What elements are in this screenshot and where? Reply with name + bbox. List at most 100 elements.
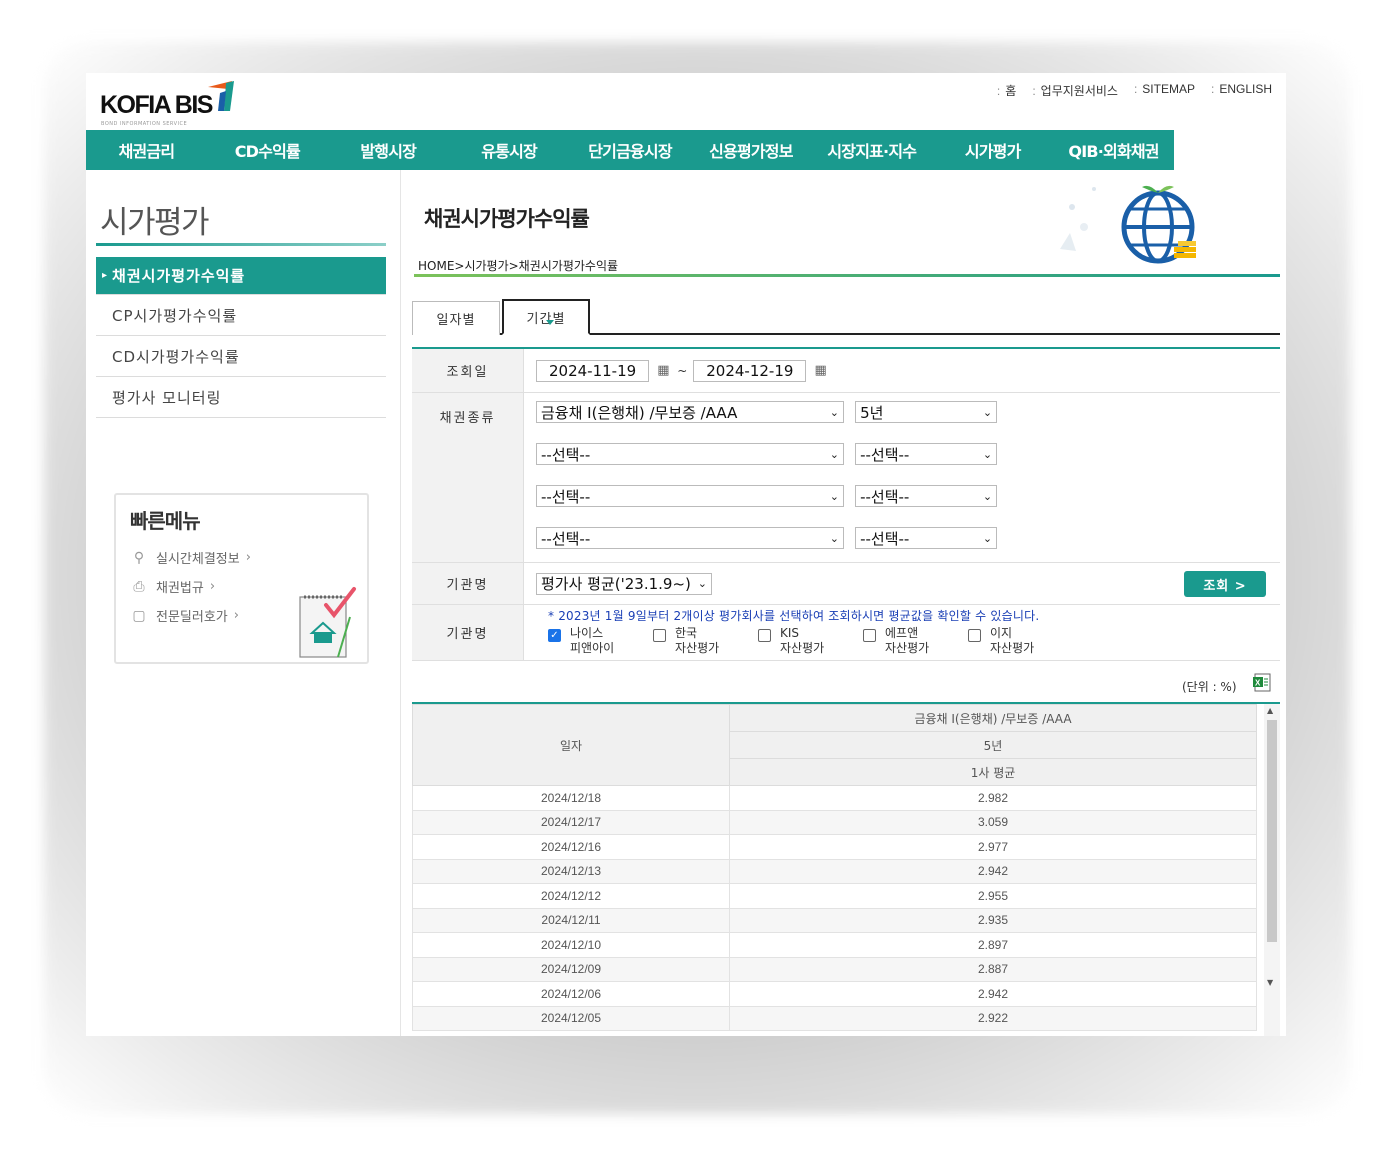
nav-bond-rate[interactable]: 채권금리	[86, 130, 207, 170]
row-date: 2024/12/17	[412, 809, 730, 835]
nav-market-valuation[interactable]: 시가평가	[932, 130, 1053, 170]
globe-illustration	[1060, 185, 1196, 264]
row-yield-value: 2.982	[729, 785, 1257, 811]
calendar-icon[interactable]: ▦	[814, 363, 830, 379]
util-english-link[interactable]: ENGLISH	[1211, 82, 1272, 99]
bond-type-select-3[interactable]: --선택-- ⌄	[536, 485, 844, 507]
agency-kis-checkbox[interactable]	[758, 629, 771, 642]
chevron-down-icon: ⌄	[829, 489, 839, 503]
agency-easy[interactable]: 이지 자산평가	[968, 626, 1073, 656]
page-title: 채권시가평가수익률	[424, 207, 590, 231]
quick-link-label: 전문딜러호가	[156, 610, 228, 625]
agency-name-line2: 자산평가	[675, 641, 720, 655]
agency-kap[interactable]: 한국 자산평가	[653, 626, 758, 656]
nav-credit-rating[interactable]: 신용평가정보	[690, 130, 811, 170]
agency-nice-checkbox[interactable]: ✓	[548, 629, 561, 642]
agency-nice[interactable]: ✓ 나이스 피앤아이	[548, 626, 653, 656]
chevron-down-icon: ⌄	[982, 531, 993, 545]
org-average-select[interactable]: 평가사 평균('23.1.9~) ⌄	[536, 572, 712, 595]
nav-cd-yield[interactable]: CD수익률	[207, 130, 328, 170]
kofia-bis-logo[interactable]: KOFIA BIS BOND INFORMATION SERVICE	[100, 81, 240, 127]
bond-term-select-2[interactable]: --선택-- ⌄	[855, 443, 998, 465]
org-label-2: 기관명	[412, 605, 524, 660]
lnb-title: 시가평가	[100, 205, 210, 241]
bond-term-select-4[interactable]: --선택-- ⌄	[855, 527, 998, 549]
agency-name-line1: 에프앤	[885, 626, 919, 640]
calendar-icon[interactable]: ▦	[657, 363, 673, 379]
agency-fn-checkbox[interactable]	[863, 629, 876, 642]
quick-link-label: 실시간체결정보	[156, 552, 240, 567]
row-date: 2024/12/09	[412, 956, 730, 982]
bond-type-label: 채권종류	[412, 393, 524, 562]
bond-term-select-1[interactable]: 5년 ⌄	[855, 401, 998, 423]
util-sitemap-link[interactable]: SITEMAP	[1134, 82, 1195, 99]
lnb-item-bond-valuation[interactable]: 채권시가평가수익률	[96, 257, 386, 295]
bond-term-value: 5년	[860, 403, 884, 422]
grid-scrollbar[interactable]: ▲ ▼	[1264, 704, 1280, 1036]
table-row: 2024/12/16 2.977	[412, 834, 1257, 860]
quick-link-dealer[interactable]: ▢ 전문딜러호가 ›	[130, 601, 251, 630]
scroll-up-arrow-icon[interactable]: ▲	[1267, 706, 1273, 715]
nav-market-index[interactable]: 시장지표·지수	[811, 130, 932, 170]
agency-kap-checkbox[interactable]	[653, 629, 666, 642]
scroll-down-arrow-icon[interactable]: ▼	[1267, 978, 1273, 987]
chevron-down-icon: ⌄	[982, 405, 993, 419]
lnb-item-monitoring[interactable]: 평가사 모니터링	[96, 377, 386, 418]
chevron-down-icon: ⌄	[982, 447, 993, 461]
lnb-title-underline	[96, 243, 386, 246]
row-date: 2024/12/18	[412, 785, 730, 811]
table-row: 2024/12/17 3.059	[412, 809, 1257, 835]
chevron-down-icon: ⌄	[829, 447, 839, 461]
tab-daily[interactable]: 일자별	[412, 301, 500, 335]
bond-type-select-4[interactable]: --선택-- ⌄	[536, 527, 844, 549]
nav-issue-market[interactable]: 발행시장	[328, 130, 449, 170]
row-yield-value: 2.942	[729, 858, 1257, 884]
quick-link-realtime[interactable]: ⚲ 실시간체결정보 ›	[130, 543, 251, 572]
util-support-link[interactable]: 업무지원서비스	[1032, 82, 1118, 99]
table-row: 2024/12/11 2.935	[412, 907, 1257, 933]
bond-type-select-1[interactable]: 금융채 I(은행채) /무보증 /AAA ⌄	[536, 401, 844, 423]
chevron-down-icon: ⌄	[982, 489, 993, 503]
scrollbar-thumb[interactable]	[1267, 720, 1277, 942]
date-separator: ~	[677, 363, 688, 378]
search-form: 조회일 2024-11-19 ▦ ~ 2024-12-19 ▦ 채권종류 금융채…	[412, 347, 1280, 661]
row-yield-value: 2.935	[729, 907, 1257, 933]
bond-term-select-3[interactable]: --선택-- ⌄	[855, 485, 998, 507]
agency-name-line2: 자산평가	[780, 641, 825, 655]
row-yield-value: 2.897	[729, 932, 1257, 958]
bond-column-header: 금융채 I(은행채) /무보증 /AAA	[729, 704, 1257, 732]
row-yield-value: 2.955	[729, 883, 1257, 909]
agency-name-line1: 나이스	[570, 626, 604, 640]
quick-link-label: 채권법규	[156, 581, 204, 596]
table-row: 2024/12/13 2.942	[412, 858, 1257, 884]
chevron-down-icon: ⌄	[829, 405, 839, 419]
nav-money-market[interactable]: 단기금융시장	[570, 130, 691, 170]
breadcrumb: HOME>시가평가>채권시가평가수익률	[418, 259, 619, 273]
nav-trade-market[interactable]: 유통시장	[449, 130, 570, 170]
excel-download-icon[interactable]: X	[1252, 673, 1272, 693]
date-to-input[interactable]: 2024-12-19	[693, 359, 807, 382]
org-label: 기관명	[412, 563, 524, 604]
lnb-menu: 채권시가평가수익률 CP시가평가수익률 CD시가평가수익률 평가사 모니터링	[96, 257, 386, 418]
search-button[interactable]: 조회 >	[1184, 571, 1266, 597]
lnb-item-cd-valuation[interactable]: CD시가평가수익률	[96, 336, 386, 377]
date-from-input[interactable]: 2024-11-19	[536, 359, 650, 382]
printer-icon: ⎙	[133, 578, 145, 595]
quick-menu-title: 빠른메뉴	[130, 509, 201, 533]
bond-term-value: --선택--	[860, 487, 910, 506]
main-nav: 채권금리 CD수익률 발행시장 유통시장 단기금융시장 신용평가정보 시장지표·…	[86, 130, 1174, 170]
lnb-item-cp-valuation[interactable]: CP시가평가수익률	[96, 295, 386, 336]
agency-easy-checkbox[interactable]	[968, 629, 981, 642]
agency-kis[interactable]: KIS 자산평가	[758, 626, 863, 656]
nav-qib[interactable]: QIB·외화채권	[1053, 130, 1174, 170]
tab-bar: 일자별 기간별	[412, 299, 1280, 335]
bond-type-select-2[interactable]: --선택-- ⌄	[536, 443, 844, 465]
row-date: 2024/12/05	[412, 1005, 730, 1031]
agency-fn[interactable]: 에프앤 자산평가	[863, 626, 968, 656]
util-home-link[interactable]: 홈	[997, 82, 1016, 99]
chevron-right-icon: ›	[245, 550, 251, 565]
tab-period[interactable]: 기간별	[502, 299, 590, 335]
svg-text:X: X	[1255, 679, 1261, 688]
quick-link-law[interactable]: ⎙ 채권법규 ›	[130, 572, 251, 601]
agency-column-header: 1사 평균	[729, 758, 1257, 786]
